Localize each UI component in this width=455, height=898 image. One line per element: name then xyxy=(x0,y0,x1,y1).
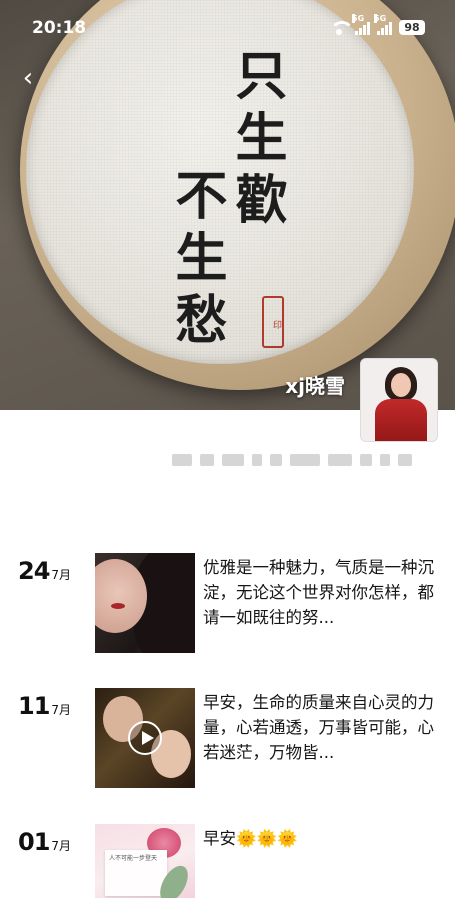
battery-icon: 98 xyxy=(399,20,425,35)
seal-stamp: 印 xyxy=(262,296,284,348)
avatar[interactable] xyxy=(360,358,438,442)
post-thumbnail[interactable] xyxy=(95,553,195,653)
network-type-2: 5G xyxy=(374,13,387,23)
post-text[interactable]: 早安，生命的质量来自心灵的力量，心若通透，万事皆可能，心若迷茫，万物皆... xyxy=(203,690,443,765)
post-day: 11 xyxy=(18,692,50,720)
post-day: 01 xyxy=(18,828,50,856)
network-type-1: 5G xyxy=(352,13,365,23)
post-month: 7月 xyxy=(51,703,72,717)
post-video-thumbnail[interactable] xyxy=(95,688,195,788)
profile-username[interactable]: xj晓雪 xyxy=(285,370,345,399)
post-date: 24 7月 xyxy=(18,557,71,585)
post-text[interactable]: 早安🌞🌞🌞 xyxy=(203,826,443,851)
signal-icon: 5G xyxy=(352,13,370,35)
post-month: 7月 xyxy=(51,839,72,853)
signal-icon-2: 5G xyxy=(374,13,392,35)
status-bar: 20:18 5G 5G 98 xyxy=(0,0,455,54)
status-icons: 5G 5G 98 xyxy=(330,13,425,35)
wifi-icon xyxy=(330,20,354,35)
avatar-face xyxy=(391,373,411,397)
status-time: 20:18 xyxy=(32,18,87,38)
back-chevron-icon[interactable]: ‹ xyxy=(14,64,42,92)
calligraphy-line-1: 只生歡 xyxy=(226,48,287,234)
post-date: 01 7月 xyxy=(18,828,71,856)
post-text[interactable]: 优雅是一种魅力，气质是一种沉淀，无论这个世界对你怎样，都请一如既往的努... xyxy=(203,555,443,630)
avatar-dress xyxy=(375,399,427,441)
calligraphy-line-2: 不生愁 xyxy=(166,168,227,354)
cover-image[interactable]: 只生歡 不生愁 印 20:18 5G 5G 98 ‹ xj晓雪 xyxy=(0,0,455,410)
post-date: 11 7月 xyxy=(18,692,71,720)
post-thumbnail[interactable]: 人不可能一步登天 xyxy=(95,824,195,898)
post-month: 7月 xyxy=(51,568,72,582)
signature-blurred xyxy=(172,454,412,466)
play-icon[interactable] xyxy=(128,721,162,755)
note-card: 人不可能一步登天 xyxy=(105,850,167,896)
post-day: 24 xyxy=(18,557,50,585)
